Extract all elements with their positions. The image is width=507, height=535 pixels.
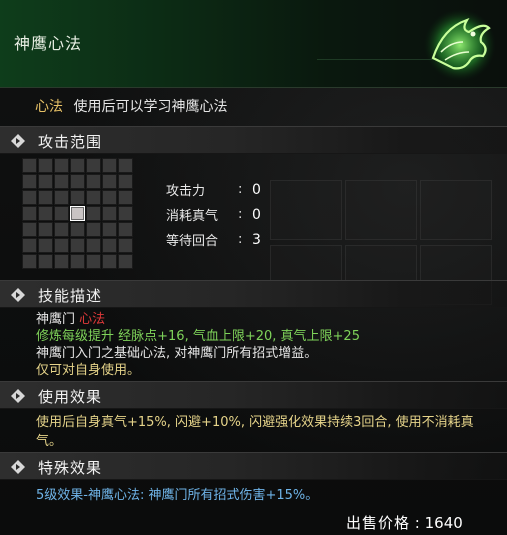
sect-type: 心法 xyxy=(79,312,106,327)
range-cell xyxy=(118,206,133,221)
range-cell xyxy=(70,238,85,253)
item-title: 神鹰心法 xyxy=(14,34,83,53)
section-title-use-effect: 使用效果 xyxy=(38,388,103,406)
sect-name: 神鹰门 xyxy=(36,312,76,327)
sell-price: 出售价格 : 1640 xyxy=(346,512,463,533)
range-cell xyxy=(70,222,85,237)
section-header-range: 攻击范围 xyxy=(0,126,507,154)
skill-description: 神鹰门 心法 修炼每级提升 经脉点+16, 气血上限+20, 真气上限+25 神… xyxy=(36,311,360,379)
range-cell xyxy=(118,190,133,205)
range-cell xyxy=(102,158,117,173)
item-type-tag: 心法 xyxy=(35,99,63,115)
basic-line: 神鹰门入门之基础心法, 对神鹰门所有招式增益。 xyxy=(36,346,318,361)
section-title-special-effect: 特殊效果 xyxy=(38,459,103,477)
title-bar: 神鹰心法 xyxy=(0,0,507,88)
stat-row: 等待回合:3 xyxy=(166,227,261,252)
diamond-arrow-icon xyxy=(11,134,25,148)
range-cell xyxy=(102,238,117,253)
title-decoration xyxy=(317,0,437,60)
range-cell-active xyxy=(70,206,85,221)
ghost-slot xyxy=(420,180,492,240)
range-cell xyxy=(54,206,69,221)
use-effect-text: 使用后自身真气+15%, 闪避+10%, 闪避强化效果持续3回合, 使用不消耗真… xyxy=(36,415,474,449)
stat-separator: : xyxy=(238,182,243,197)
range-cell xyxy=(54,222,69,237)
range-cell xyxy=(70,190,85,205)
range-cell xyxy=(22,174,37,189)
stat-row: 消耗真气:0 xyxy=(166,202,261,227)
range-cell xyxy=(54,190,69,205)
section-header-use-effect: 使用效果 xyxy=(0,381,507,409)
range-cell xyxy=(22,158,37,173)
price-label: 出售价格 xyxy=(346,514,411,532)
stat-row: 攻击力:0 xyxy=(166,177,261,202)
range-cell xyxy=(54,174,69,189)
sect-line: 神鹰门 心法 xyxy=(36,311,360,328)
range-cell xyxy=(118,222,133,237)
range-cell xyxy=(38,174,53,189)
item-type-line: 心法 使用后可以学习神鹰心法 xyxy=(35,96,227,116)
boost-line: 修炼每级提升 经脉点+16, 气血上限+20, 真气上限+25 xyxy=(36,329,360,344)
range-cell xyxy=(70,174,85,189)
range-cell xyxy=(86,174,101,189)
diamond-arrow-icon xyxy=(11,460,25,474)
range-cell xyxy=(102,222,117,237)
range-cell xyxy=(86,222,101,237)
range-cell xyxy=(38,190,53,205)
range-cell xyxy=(70,254,85,269)
range-cell xyxy=(54,238,69,253)
range-cell xyxy=(86,238,101,253)
stat-separator: : xyxy=(238,207,243,222)
stat-value: 0 xyxy=(252,181,261,198)
range-cell xyxy=(102,190,117,205)
range-cell xyxy=(118,158,133,173)
stat-label: 攻击力 xyxy=(166,184,206,199)
range-cell xyxy=(38,222,53,237)
range-cell xyxy=(22,254,37,269)
stat-label: 等待回合 xyxy=(166,234,219,249)
stat-label: 消耗真气 xyxy=(166,209,219,224)
range-cell xyxy=(22,190,37,205)
range-cell xyxy=(54,254,69,269)
range-cell xyxy=(86,206,101,221)
ghost-slot xyxy=(270,180,342,240)
section-title-skill-desc: 技能描述 xyxy=(38,287,103,305)
range-cell xyxy=(54,158,69,173)
section-header-special-effect: 特殊效果 xyxy=(0,452,507,480)
range-cell xyxy=(86,254,101,269)
diamond-arrow-icon xyxy=(11,389,25,403)
range-cell xyxy=(118,174,133,189)
item-type-desc: 使用后可以学习神鹰心法 xyxy=(73,99,228,115)
stat-value: 3 xyxy=(252,231,261,248)
range-cell xyxy=(118,238,133,253)
range-cell xyxy=(22,238,37,253)
diamond-arrow-icon xyxy=(11,288,25,302)
range-cell xyxy=(38,158,53,173)
stat-value: 0 xyxy=(252,206,261,223)
range-cell xyxy=(118,254,133,269)
price-separator: : xyxy=(414,514,420,532)
section-header-skill-desc: 技能描述 xyxy=(0,280,507,308)
attack-range-grid xyxy=(22,158,136,270)
green-eagle-emblem-icon xyxy=(424,9,496,81)
range-cell xyxy=(38,254,53,269)
range-cell xyxy=(86,190,101,205)
stats-panel: 攻击力:0 消耗真气:0 等待回合:3 xyxy=(166,177,261,252)
section-title-range: 攻击范围 xyxy=(38,133,103,151)
range-cell xyxy=(22,222,37,237)
range-cell xyxy=(102,174,117,189)
range-cell xyxy=(38,206,53,221)
stat-separator: : xyxy=(238,232,243,247)
range-cell xyxy=(86,158,101,173)
self-only-line: 仅可对自身使用。 xyxy=(36,363,141,378)
range-cell xyxy=(102,206,117,221)
range-cell xyxy=(102,254,117,269)
range-cell xyxy=(70,158,85,173)
range-cell xyxy=(22,206,37,221)
ghost-slot xyxy=(345,180,417,240)
special-effect-text: 5级效果-神鹰心法: 神鹰门所有招式伤害+15%。 xyxy=(36,488,319,503)
range-cell xyxy=(38,238,53,253)
price-value: 1640 xyxy=(424,514,463,532)
